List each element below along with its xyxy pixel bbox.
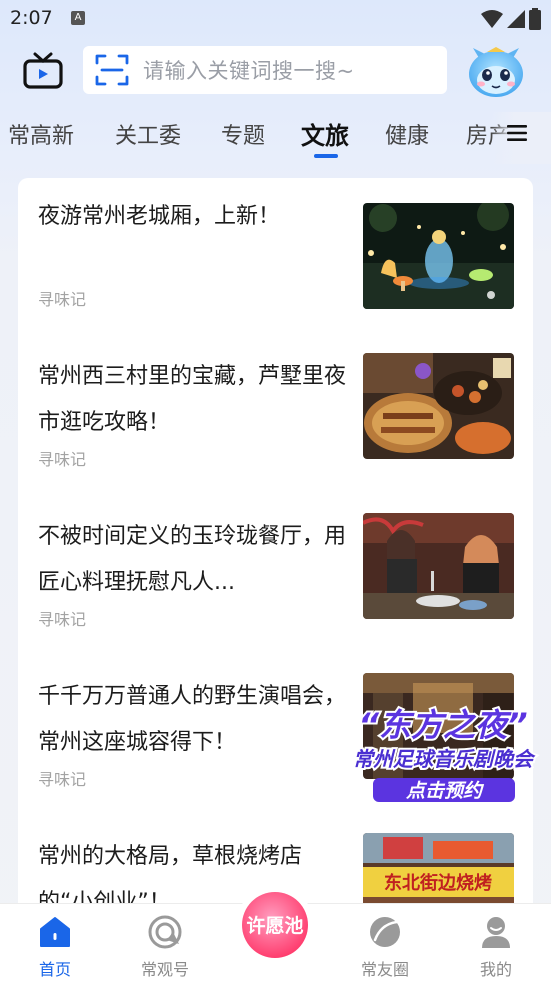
nav-friends[interactable]: 常友圈 <box>345 904 425 981</box>
article-source: 寻味记 <box>38 610 87 629</box>
search-bar[interactable]: 请输入关键词搜一搜~ <box>83 46 447 94</box>
tab-jiankang[interactable]: 健康 <box>385 118 429 150</box>
notification-icon: A <box>71 11 85 25</box>
article-thumbnail <box>363 353 514 459</box>
tv-icon <box>23 52 63 89</box>
menu-icon[interactable] <box>507 124 527 142</box>
tab-changgaoxin[interactable]: 常高新 <box>8 118 74 150</box>
article-thumbnail <box>363 203 514 309</box>
promo-book-button[interactable]: 点击预约 <box>405 780 485 802</box>
article-thumbnail <box>363 513 514 619</box>
article-title: 常州西三村里的宝藏，芦墅里夜市逛吃攻略！ <box>38 364 347 435</box>
list-item[interactable]: 常州西三村里的宝藏，芦墅里夜市逛吃攻略！ 寻味记 <box>18 338 533 498</box>
tab-wenlv[interactable]: 文旅 <box>301 116 349 151</box>
wish-pool-icon: 许愿池 <box>242 892 308 958</box>
bottom-nav: 首页 常观号 许愿池 常友圈 我的 <box>0 886 551 981</box>
news-feed: 夜游常州老城厢，上新！ 寻味记 常州西三村里的宝藏，芦墅里夜市逛吃攻略！ 寻味记… <box>18 178 533 938</box>
scan-icon[interactable] <box>95 53 129 87</box>
nav-friends-label: 常友圈 <box>360 960 409 979</box>
home-icon <box>40 917 70 947</box>
status-bar: 2:07 A <box>0 0 551 38</box>
status-time: 2:07 <box>10 7 53 29</box>
category-tabs: 常高新 关工委 专题 文旅 健康 房产 <box>0 112 551 164</box>
night-garden-image <box>363 203 514 309</box>
article-source: 寻味记 <box>38 450 87 469</box>
wifi-icon <box>481 10 503 28</box>
nav-wish-pool[interactable]: 许愿池 <box>236 886 314 964</box>
channel-icon <box>148 915 182 949</box>
night-market-food-image <box>363 353 514 459</box>
battery-icon <box>529 8 541 30</box>
nav-home[interactable]: 首页 <box>15 904 95 981</box>
list-item[interactable]: 不被时间定义的玉玲珑餐厅，用匠心料理抚慰凡人... 寻味记 <box>18 498 533 658</box>
nav-channel-label: 常观号 <box>140 960 189 979</box>
system-icons <box>481 8 541 30</box>
active-tab-indicator <box>314 154 338 158</box>
list-item[interactable]: 夜游常州老城厢，上新！ 寻味记 <box>18 178 533 338</box>
restaurant-image <box>363 513 514 619</box>
tab-zhuanti[interactable]: 专题 <box>221 118 265 150</box>
article-source: 寻味记 <box>38 290 87 309</box>
promo-graphic: “东方之夜” 常州足球音乐剧晚会 点击预约 <box>351 704 538 802</box>
friends-circle-icon <box>370 917 400 947</box>
promo-subtitle: 常州足球音乐剧晚会 <box>353 747 536 771</box>
search-input[interactable]: 请输入关键词搜一搜~ <box>143 55 355 85</box>
nav-channel[interactable]: 常观号 <box>125 904 205 981</box>
nav-profile-label: 我的 <box>479 960 512 979</box>
article-title: 千千万万普通人的野生演唱会，常州这座城容得下！ <box>38 684 347 755</box>
article-source: 寻味记 <box>38 770 87 789</box>
promo-banner[interactable]: “东方之夜” 常州足球音乐剧晚会 点击预约 <box>333 700 551 806</box>
mascot-avatar[interactable] <box>465 44 527 100</box>
article-title: 不被时间定义的玉玲珑餐厅，用匠心料理抚慰凡人... <box>38 524 347 595</box>
wish-pool-label: 许愿池 <box>246 914 303 937</box>
profile-icon <box>482 917 510 948</box>
nav-home-label: 首页 <box>38 960 71 979</box>
mascot-icon <box>469 47 523 97</box>
nav-profile[interactable]: 我的 <box>456 904 536 981</box>
signal-icon <box>507 10 525 28</box>
promo-title: “东方之夜” <box>358 706 527 744</box>
bbq-sign-text: 东北街边烧烤 <box>384 872 492 894</box>
article-title: 夜游常州老城厢，上新！ <box>38 204 281 229</box>
tab-guangongwei[interactable]: 关工委 <box>115 118 181 150</box>
tv-button[interactable] <box>22 50 64 92</box>
